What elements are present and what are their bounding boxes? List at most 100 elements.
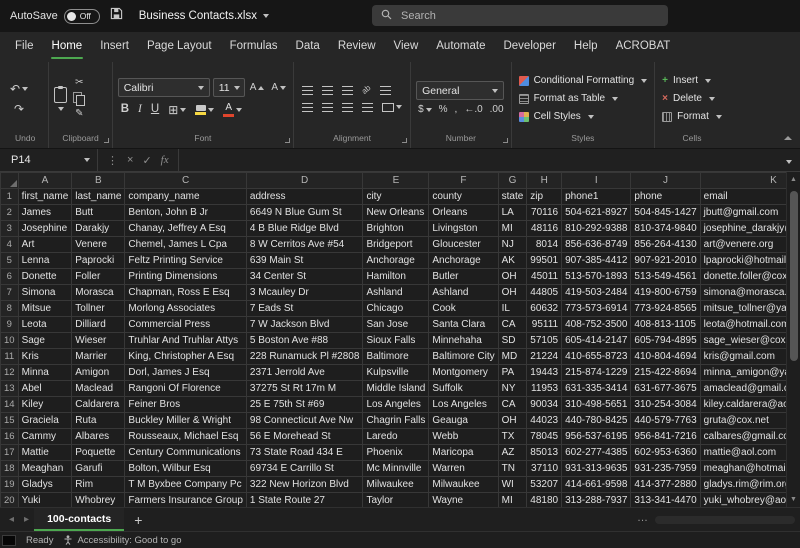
row-header-12[interactable]: 12 [1, 365, 19, 381]
align-middle-button[interactable] [319, 84, 336, 97]
cell-G6[interactable]: OH [498, 269, 527, 285]
cell-J2[interactable]: 504-845-1427 [631, 205, 700, 221]
cell-A2[interactable]: James [18, 205, 72, 221]
cell-H8[interactable]: 60632 [527, 301, 562, 317]
row-header-13[interactable]: 13 [1, 381, 19, 397]
cell-D1[interactable]: address [246, 189, 363, 205]
bold-button[interactable]: B [118, 102, 132, 118]
cell-J11[interactable]: 410-804-4694 [631, 349, 700, 365]
cell-C16[interactable]: Rousseaux, Michael Esq [125, 429, 247, 445]
cell-H17[interactable]: 85013 [527, 445, 562, 461]
expand-formula-bar[interactable] [778, 151, 800, 169]
cell-B14[interactable]: Caldarera [72, 397, 125, 413]
cell-I19[interactable]: 414-661-9598 [562, 477, 631, 493]
font-name-combo[interactable]: Calibri [118, 78, 210, 97]
cell-I3[interactable]: 810-292-9388 [562, 221, 631, 237]
column-header-D[interactable]: D [246, 173, 363, 189]
cell-G13[interactable]: NY [498, 381, 527, 397]
cell-H15[interactable]: 44023 [527, 413, 562, 429]
cell-F19[interactable]: Milwaukee [429, 477, 498, 493]
column-header-I[interactable]: I [562, 173, 631, 189]
row-header-15[interactable]: 15 [1, 413, 19, 429]
cell-H14[interactable]: 90034 [527, 397, 562, 413]
paste-dropdown-icon[interactable] [58, 107, 64, 111]
cell-F4[interactable]: Gloucester [429, 237, 498, 253]
previous-sheet-icon[interactable]: ◂ [4, 508, 19, 531]
cell-B13[interactable]: Maclead [72, 381, 125, 397]
cell-H18[interactable]: 37110 [527, 461, 562, 477]
cell-I15[interactable]: 440-780-8425 [562, 413, 631, 429]
row-header-5[interactable]: 5 [1, 253, 19, 269]
cell-A10[interactable]: Sage [18, 333, 72, 349]
font-dialog-launcher[interactable] [285, 138, 290, 143]
cell-H7[interactable]: 44805 [527, 285, 562, 301]
cell-C1[interactable]: company_name [125, 189, 247, 205]
cell-I1[interactable]: phone1 [562, 189, 631, 205]
cell-A12[interactable]: Minna [18, 365, 72, 381]
cell-F15[interactable]: Geauga [429, 413, 498, 429]
format-painter-button[interactable]: ✎ [71, 108, 87, 120]
cell-C19[interactable]: T M Byxbee Company Pc [125, 477, 247, 493]
cell-B16[interactable]: Albares [72, 429, 125, 445]
cell-B1[interactable]: last_name [72, 189, 125, 205]
insert-function-icon[interactable]: fx [161, 154, 169, 166]
formula-input[interactable] [179, 149, 778, 171]
more-sheets-icon[interactable]: … [637, 512, 648, 524]
menu-tab-file[interactable]: File [6, 32, 43, 62]
cell-A20[interactable]: Yuki [18, 493, 72, 508]
cell-A9[interactable]: Leota [18, 317, 72, 333]
menu-tab-formulas[interactable]: Formulas [221, 32, 287, 62]
row-header-2[interactable]: 2 [1, 205, 19, 221]
cell-D9[interactable]: 7 W Jackson Blvd [246, 317, 363, 333]
cell-F16[interactable]: Webb [429, 429, 498, 445]
comma-style-button[interactable]: , [453, 104, 460, 116]
cell-E4[interactable]: Bridgeport [363, 237, 429, 253]
row-header-4[interactable]: 4 [1, 237, 19, 253]
menu-tab-automate[interactable]: Automate [427, 32, 494, 62]
cell-E6[interactable]: Hamilton [363, 269, 429, 285]
cell-E9[interactable]: San Jose [363, 317, 429, 333]
cell-J17[interactable]: 602-953-6360 [631, 445, 700, 461]
cell-G15[interactable]: OH [498, 413, 527, 429]
cell-H20[interactable]: 48180 [527, 493, 562, 508]
cell-G8[interactable]: IL [498, 301, 527, 317]
cell-A1[interactable]: first_name [18, 189, 72, 205]
cell-E5[interactable]: Anchorage [363, 253, 429, 269]
cell-F12[interactable]: Montgomery [429, 365, 498, 381]
next-sheet-icon[interactable]: ▸ [19, 508, 34, 531]
cell-D19[interactable]: 322 New Horizon Blvd [246, 477, 363, 493]
cell-F1[interactable]: county [429, 189, 498, 205]
redo-button[interactable]: ↷ [7, 101, 31, 117]
cell-H1[interactable]: zip [527, 189, 562, 205]
font-size-combo[interactable]: 11 [213, 78, 245, 97]
cell-D4[interactable]: 8 W Cerritos Ave #54 [246, 237, 363, 253]
row-header-9[interactable]: 9 [1, 317, 19, 333]
cell-C5[interactable]: Feltz Printing Service [125, 253, 247, 269]
cell-D8[interactable]: 7 Eads St [246, 301, 363, 317]
cell-E15[interactable]: Chagrin Falls [363, 413, 429, 429]
row-header-18[interactable]: 18 [1, 461, 19, 477]
cell-J9[interactable]: 408-813-1105 [631, 317, 700, 333]
cell-H16[interactable]: 78045 [527, 429, 562, 445]
column-header-F[interactable]: F [429, 173, 498, 189]
copy-button[interactable] [71, 91, 87, 106]
undo-button[interactable]: ↶ [7, 81, 31, 97]
cell-I17[interactable]: 602-277-4385 [562, 445, 631, 461]
cell-G17[interactable]: AZ [498, 445, 527, 461]
cell-C4[interactable]: Chemel, James L Cpa [125, 237, 247, 253]
align-top-button[interactable] [299, 84, 316, 97]
cell-I12[interactable]: 215-874-1229 [562, 365, 631, 381]
orientation-button[interactable]: ab [359, 84, 374, 96]
cell-B4[interactable]: Venere [72, 237, 125, 253]
cell-B2[interactable]: Butt [72, 205, 125, 221]
cell-J1[interactable]: phone [631, 189, 700, 205]
cell-J13[interactable]: 631-677-3675 [631, 381, 700, 397]
insert-cells-button[interactable]: +Insert [660, 72, 724, 90]
sheet-tab-100-contacts[interactable]: 100-contacts [34, 508, 124, 531]
cell-C12[interactable]: Dorl, James J Esq [125, 365, 247, 381]
cell-styles-button[interactable]: Cell Styles [517, 108, 650, 126]
decrease-font-button[interactable]: A [269, 82, 288, 94]
row-header-3[interactable]: 3 [1, 221, 19, 237]
cell-C13[interactable]: Rangoni Of Florence [125, 381, 247, 397]
accessibility-status[interactable]: Accessibility: Good to go [63, 535, 181, 546]
